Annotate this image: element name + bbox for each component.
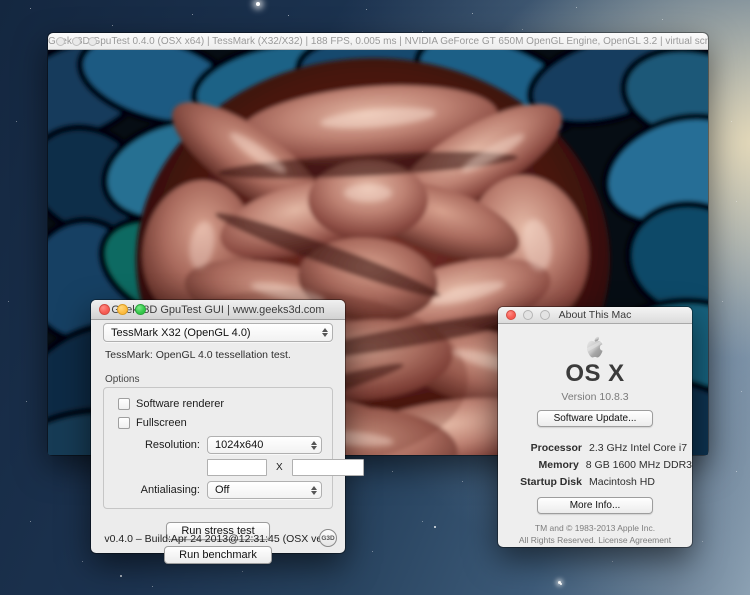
- star-field: [0, 0, 1, 1]
- render-window-titlebar[interactable]: Geeks3D GpuTest 0.4.0 (OSX x64) | TessMa…: [48, 33, 708, 50]
- antialiasing-select[interactable]: Off: [207, 481, 322, 499]
- spec-row-startup-disk: Startup Disk Macintosh HD: [498, 476, 692, 488]
- more-info-button[interactable]: More Info...: [537, 497, 653, 515]
- test-select[interactable]: TessMark X32 (OpenGL 4.0): [103, 323, 333, 342]
- os-version: Version 10.8.3: [561, 391, 629, 404]
- about-window-titlebar[interactable]: About This Mac: [498, 307, 692, 324]
- popup-stepper-icon: [311, 485, 317, 495]
- memory-value: 8 GB 1600 MHz DDR3: [585, 459, 692, 472]
- about-this-mac-window: About This Mac OS X Version 10.8.3 Softw…: [498, 307, 692, 547]
- software-renderer-row: Software renderer: [118, 398, 322, 410]
- minimize-icon[interactable]: [72, 36, 81, 46]
- close-icon[interactable]: [99, 304, 110, 315]
- popup-stepper-icon: [311, 440, 317, 450]
- gputest-gui-window: Geeks3D GpuTest GUI | www.geeks3d.com Te…: [91, 300, 364, 564]
- build-version-text: v0.4.0 – Build:Apr 24 2013@12:31:45 (OSX…: [104, 533, 332, 545]
- options-groupbox: Software renderer Fullscreen Resolution:…: [103, 387, 364, 509]
- antialiasing-label: Antialiasing:: [140, 484, 200, 496]
- resolution-value: 1024x640: [215, 439, 264, 451]
- g3d-logo-icon: G3D: [319, 529, 337, 547]
- zoom-icon[interactable]: [88, 36, 97, 46]
- minimize-icon: [523, 310, 533, 320]
- popup-stepper-icon: [322, 328, 328, 337]
- license-agreement-link[interactable]: License Agreement: [598, 535, 671, 545]
- antialiasing-value: Off: [215, 484, 230, 496]
- resolution-separator: X: [276, 462, 283, 473]
- gui-window-titlebar[interactable]: Geeks3D GpuTest GUI | www.geeks3d.com: [91, 300, 345, 320]
- close-icon[interactable]: [506, 310, 516, 320]
- minimize-icon[interactable]: [117, 304, 128, 315]
- custom-width-field[interactable]: [207, 459, 267, 476]
- bright-star: [256, 2, 260, 6]
- render-window-title: Geeks3D GpuTest 0.4.0 (OSX x64) | TessMa…: [48, 35, 708, 47]
- test-description: TessMark: OpenGL 4.0 tessellation test.: [105, 349, 291, 361]
- resolution-select[interactable]: 1024x640: [207, 436, 322, 454]
- memory-label: Memory: [538, 459, 579, 472]
- antialiasing-row: Antialiasing: Off: [114, 481, 322, 499]
- close-icon[interactable]: [56, 36, 65, 46]
- startup-disk-label: Startup Disk: [520, 476, 582, 489]
- fullscreen-label: Fullscreen: [136, 417, 187, 429]
- processor-label: Processor: [530, 442, 582, 455]
- bright-star: [558, 581, 561, 584]
- copyright-text: TM and © 1983-2013 Apple Inc. All Rights…: [519, 523, 671, 547]
- custom-resolution-row: X: [207, 459, 364, 476]
- resolution-label: Resolution:: [144, 439, 200, 451]
- processor-value: 2.3 GHz Intel Core i7: [589, 442, 688, 455]
- software-renderer-checkbox[interactable]: [118, 398, 130, 410]
- fullscreen-checkbox[interactable]: [118, 417, 130, 429]
- software-renderer-label: Software renderer: [136, 398, 225, 410]
- test-select-value: TessMark X32 (OpenGL 4.0): [111, 326, 251, 339]
- spec-row-memory: Memory 8 GB 1600 MHz DDR3: [498, 459, 692, 471]
- os-name: OS X: [565, 360, 625, 388]
- star-field-bright: [0, 0, 2, 2]
- resolution-row: Resolution: 1024x640: [114, 436, 322, 454]
- zoom-icon[interactable]: [135, 304, 146, 315]
- rights-text: All Rights Reserved.: [518, 535, 596, 546]
- apple-logo-icon: [587, 336, 607, 358]
- spec-row-processor: Processor 2.3 GHz Intel Core i7: [498, 442, 692, 454]
- startup-disk-value: Macintosh HD: [589, 476, 655, 489]
- fullscreen-row: Fullscreen: [118, 417, 322, 429]
- zoom-icon: [540, 310, 550, 320]
- custom-height-field[interactable]: [291, 459, 364, 476]
- copyright-line1: TM and © 1983-2013 Apple Inc.: [534, 523, 656, 534]
- options-group-label: Options: [105, 374, 140, 385]
- system-specs: Processor 2.3 GHz Intel Core i7 Memory 8…: [498, 437, 692, 488]
- software-update-button[interactable]: Software Update...: [537, 410, 653, 428]
- run-benchmark-button[interactable]: Run benchmark: [164, 546, 272, 564]
